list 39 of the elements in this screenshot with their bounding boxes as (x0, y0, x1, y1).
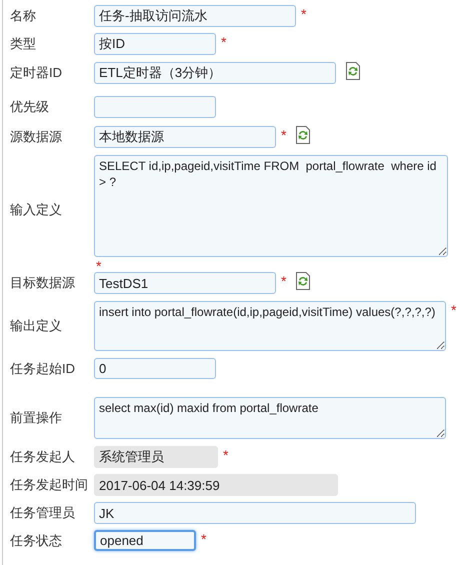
text-field[interactable]: 按ID (94, 33, 216, 55)
text-area[interactable]: insert into portal_flowrate(id,ip,pageid,visitTime) values(?,?,?,?) (94, 301, 446, 351)
text-field[interactable] (94, 96, 216, 118)
field-label: 任务发起时间 (9, 476, 89, 494)
field-label: 目标数据源 (9, 274, 76, 292)
text-field[interactable]: TestDS1 (94, 272, 276, 294)
field-label: 任务发起人 (9, 448, 76, 466)
required-asterisk: * (281, 128, 286, 142)
text-field[interactable]: 任务-抽取访问流水 (94, 5, 296, 27)
text-field[interactable]: 本地数据源 (94, 126, 276, 148)
text-field[interactable]: 2017-06-04 14:39:59 (94, 474, 338, 496)
refresh-icon[interactable] (296, 272, 310, 290)
refresh-icon[interactable] (346, 62, 360, 80)
field-label: 优先级 (9, 98, 50, 116)
required-asterisk: * (96, 259, 102, 273)
text-area[interactable]: SELECT id,ip,pageid,visitTime FROM portal_flowrate where id > ? (94, 155, 448, 257)
field-label: 输入定义 (9, 201, 63, 220)
field-label: 输出定义 (9, 317, 63, 336)
field-label: 任务管理员 (9, 504, 76, 522)
field-label: 任务状态 (9, 532, 63, 550)
text-field[interactable]: ETL定时器（3分钟） (94, 62, 336, 84)
field-label: 源数据源 (9, 128, 63, 146)
field-label: 名称 (9, 7, 37, 26)
field-label: 类型 (9, 35, 37, 54)
refresh-icon[interactable] (296, 126, 310, 144)
text-field[interactable]: JK (94, 502, 416, 524)
required-asterisk: * (223, 448, 228, 462)
text-area[interactable]: select max(id) maxid from portal_flowrate (94, 397, 446, 439)
field-label: 任务起始ID (9, 360, 76, 378)
required-asterisk: * (201, 532, 206, 546)
required-asterisk: * (281, 274, 286, 288)
field-label: 定时器ID (9, 64, 63, 82)
text-field[interactable]: opened (94, 530, 196, 551)
required-asterisk: * (221, 35, 226, 49)
text-field[interactable]: 系统管理员 (94, 446, 218, 468)
text-field[interactable]: 0 (94, 358, 216, 379)
field-label: 前置操作 (9, 409, 63, 428)
required-asterisk: * (301, 7, 306, 21)
required-asterisk: * (451, 303, 456, 317)
